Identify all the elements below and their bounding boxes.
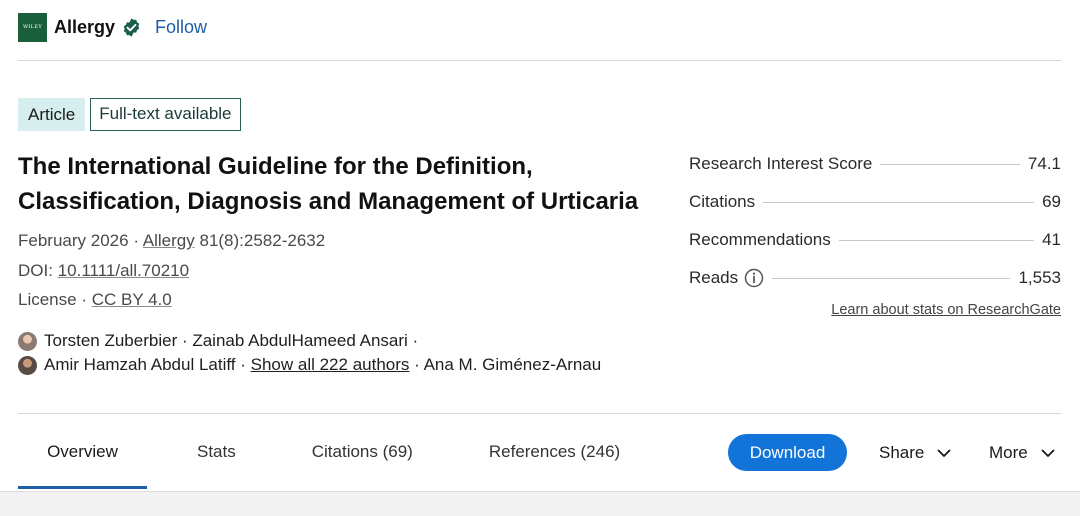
- separator: ·: [133, 231, 139, 250]
- stat-leader-line: [763, 201, 1035, 203]
- author-line: Amir Hamzah Abdul Latiff · Show all 222 …: [18, 353, 601, 377]
- author-list: Torsten Zuberbier · Zainab AbdulHameed A…: [18, 329, 601, 377]
- full-text-badge[interactable]: Full-text available: [90, 98, 241, 131]
- more-label: More: [989, 442, 1028, 462]
- learn-about-stats-link[interactable]: Learn about stats on ResearchGate: [831, 302, 1061, 318]
- page-footer-band: [0, 491, 1080, 516]
- license-link[interactable]: CC BY 4.0: [92, 290, 172, 309]
- tab-citations[interactable]: Citations (69): [312, 432, 413, 472]
- publication-info: February 2026 · Allergy 81(8):2582-2632: [18, 231, 325, 251]
- article-type-badge: Article: [18, 98, 86, 131]
- journal-link[interactable]: Allergy: [143, 231, 195, 250]
- verified-check-icon: [123, 17, 140, 37]
- license-label: License ·: [18, 290, 87, 309]
- author-avatar[interactable]: [18, 331, 37, 351]
- reads-label: Reads: [689, 268, 739, 287]
- stat-value: 41: [1042, 230, 1061, 249]
- stats-panel: Research Interest Score 74.1 Citations 6…: [689, 145, 1061, 297]
- author-names[interactable]: Torsten Zuberbier · Zainab AbdulHameed A…: [44, 331, 418, 351]
- follow-button[interactable]: Follow: [155, 17, 207, 38]
- stat-leader-line: [880, 163, 1020, 165]
- tab-bar: Overview Stats Citations (69) References…: [18, 432, 620, 490]
- share-label: Share: [879, 442, 925, 462]
- tab-overview[interactable]: Overview: [18, 432, 147, 489]
- wiley-logo[interactable]: WILEY: [18, 12, 47, 42]
- stat-label: Research Interest Score: [689, 154, 873, 173]
- chevron-down-icon: [937, 449, 951, 457]
- article-badges: Article Full-text available: [18, 98, 241, 131]
- license-row: License · CC BY 4.0: [18, 290, 172, 310]
- publication-date: February 2026: [18, 231, 129, 250]
- stat-row-citations: Citations 69: [689, 183, 1061, 221]
- doi-link[interactable]: 10.1111/all.70210: [58, 261, 189, 280]
- stat-label: Recommendations: [689, 230, 831, 249]
- author-avatar[interactable]: [18, 355, 37, 375]
- header-divider: [18, 60, 1061, 61]
- stat-row-research-interest: Research Interest Score 74.1: [689, 145, 1061, 183]
- wiley-logo-text: WILEY: [23, 24, 42, 30]
- stat-row-recommendations: Recommendations 41: [689, 221, 1061, 259]
- stat-label: Reads: [689, 268, 764, 288]
- more-button[interactable]: More: [989, 434, 1056, 471]
- journal-header: WILEY Allergy Follow: [18, 12, 207, 42]
- journal-name[interactable]: Allergy: [54, 17, 115, 38]
- author-line: Torsten Zuberbier · Zainab AbdulHameed A…: [18, 329, 601, 353]
- stat-leader-line: [838, 239, 1035, 241]
- volume-pages: 81(8):2582-2632: [199, 231, 326, 250]
- stat-leader-line: [772, 277, 1011, 279]
- info-icon[interactable]: [744, 268, 764, 288]
- doi-row: DOI: 10.1111/all.70210: [18, 261, 189, 281]
- author-names[interactable]: · Ana M. Giménez-Arnau: [414, 355, 601, 375]
- tab-references[interactable]: References (246): [489, 432, 620, 472]
- stat-label: Citations: [689, 192, 756, 211]
- doi-label: DOI:: [18, 261, 53, 280]
- article-title: The International Guideline for the Defi…: [18, 153, 639, 215]
- chevron-down-icon: [1041, 449, 1055, 457]
- stat-value: 69: [1042, 192, 1061, 211]
- share-button[interactable]: Share: [879, 434, 952, 471]
- stat-value: 1,553: [1018, 268, 1061, 287]
- author-names[interactable]: Amir Hamzah Abdul Latiff ·: [44, 355, 246, 375]
- tab-stats[interactable]: Stats: [197, 432, 236, 472]
- stat-row-reads: Reads 1,553: [689, 259, 1061, 297]
- tabs-divider: [18, 413, 1061, 414]
- stat-value: 74.1: [1027, 154, 1061, 173]
- download-button[interactable]: Download: [728, 434, 847, 471]
- show-all-authors-link[interactable]: Show all 222 authors: [251, 355, 410, 375]
